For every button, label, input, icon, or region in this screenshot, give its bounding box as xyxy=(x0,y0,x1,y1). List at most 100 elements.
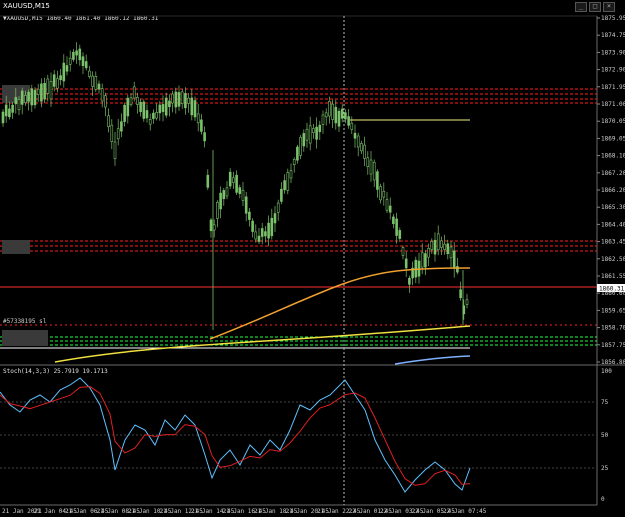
candle-body xyxy=(20,90,24,105)
candle-body xyxy=(219,192,222,210)
candle-body xyxy=(36,88,40,95)
candle-body xyxy=(446,243,450,255)
candle-body xyxy=(113,141,117,160)
price-axis-label: 1872.90 xyxy=(601,67,625,74)
price-axis-label: 1863.45 xyxy=(601,239,625,246)
candle-body xyxy=(267,222,270,239)
candle-body xyxy=(222,190,226,200)
candle-body xyxy=(187,97,190,104)
candle-body xyxy=(264,231,267,237)
candle-body xyxy=(273,213,277,224)
candle-body xyxy=(200,119,203,132)
price-axis-label: 1859.65 xyxy=(601,307,625,314)
price-axis-label: 1858.70 xyxy=(601,325,625,332)
candle-body xyxy=(312,128,315,133)
candle-body xyxy=(299,136,302,156)
candle-body xyxy=(155,112,158,119)
candle-body xyxy=(459,289,462,299)
candle-body xyxy=(427,248,430,258)
candle-body xyxy=(347,116,350,126)
candle-body xyxy=(180,91,184,104)
candle-body xyxy=(372,161,376,181)
stoch-signal-line xyxy=(0,386,471,486)
candle-body xyxy=(401,247,405,256)
price-axis-label: 1869.05 xyxy=(601,135,625,142)
candle-body xyxy=(40,83,43,102)
candle-body xyxy=(436,233,440,251)
candle-body xyxy=(340,108,344,119)
price-axis-label: 1875.95 xyxy=(601,15,625,22)
candle-body xyxy=(337,110,341,127)
candle-body xyxy=(366,157,370,168)
candle-body xyxy=(88,70,91,77)
candle-body xyxy=(408,277,411,285)
price-axis-label: 1868.10 xyxy=(601,153,625,160)
candle-body xyxy=(4,104,8,117)
candle-body xyxy=(398,230,402,239)
candle-body xyxy=(433,239,437,255)
candle-body xyxy=(334,106,338,124)
candle-body xyxy=(379,186,382,201)
price-axis-label: 1861.55 xyxy=(601,273,625,280)
candle-body xyxy=(209,219,213,232)
candle-body xyxy=(392,216,395,225)
price-axis-label: 1867.20 xyxy=(601,170,625,177)
candle-body xyxy=(254,231,258,240)
candle-body xyxy=(292,159,296,165)
candle-body xyxy=(280,188,283,202)
candle-body xyxy=(164,97,168,116)
oscillator-axis: 100 75 50 25 0 xyxy=(601,368,612,503)
price-axis-label: 1856.80 xyxy=(601,359,625,366)
candle-body xyxy=(196,113,200,124)
candle-body xyxy=(152,112,155,119)
candle-body xyxy=(452,250,456,269)
candle-body xyxy=(369,159,373,175)
candle-body xyxy=(424,253,427,268)
candle-body xyxy=(116,128,120,140)
candle-body xyxy=(184,93,187,109)
candle-body xyxy=(158,104,162,114)
candle-body xyxy=(145,110,149,119)
candle-body xyxy=(350,122,354,130)
candle-body xyxy=(257,235,261,242)
price-axis-label: 1871.00 xyxy=(601,101,625,108)
candle-body xyxy=(420,252,424,268)
ma-orange xyxy=(209,267,471,340)
candle-body xyxy=(430,241,434,250)
candle-body xyxy=(171,93,174,104)
candle-body xyxy=(353,132,357,139)
candle-body xyxy=(190,97,194,116)
candle-body xyxy=(52,74,56,87)
candle-body xyxy=(148,119,152,125)
candle-body xyxy=(385,199,389,211)
candle-body xyxy=(1,111,5,124)
candle-body xyxy=(203,132,206,142)
candle-body xyxy=(68,57,72,65)
candle-body xyxy=(456,266,459,273)
candle-body xyxy=(270,217,274,237)
candle-body xyxy=(43,82,46,100)
candle-body xyxy=(46,78,50,94)
candle-body xyxy=(318,124,322,132)
oscillator-axis-label: 0 xyxy=(601,496,605,503)
candle-body xyxy=(84,61,88,69)
price-axis-label: 1866.20 xyxy=(601,187,625,194)
candle-body xyxy=(305,128,309,141)
oscillator-axis-label: 75 xyxy=(601,399,609,406)
candle-body xyxy=(328,101,331,117)
price-axis: 1875.95 1874.75 1873.90 1872.90 1871.95 1871.… xyxy=(597,15,625,366)
candle-body xyxy=(129,97,133,105)
candle-body xyxy=(110,124,114,142)
price-axis-label: 1862.50 xyxy=(601,256,625,263)
candle-body xyxy=(216,201,219,219)
candle-body xyxy=(33,89,37,106)
price-axis-label: 1857.75 xyxy=(601,342,625,349)
candle-body xyxy=(30,88,34,106)
price-axis-label: 1865.30 xyxy=(601,204,625,211)
candle-body xyxy=(11,104,14,113)
chart-canvas[interactable]: #57338195 sl 1860.31 1875.951874.751873.… xyxy=(0,0,625,517)
price-axis-label: 1860.60 xyxy=(601,290,625,297)
candle-body xyxy=(126,97,130,117)
ma-yellow xyxy=(54,325,471,363)
candle-body xyxy=(174,91,178,108)
